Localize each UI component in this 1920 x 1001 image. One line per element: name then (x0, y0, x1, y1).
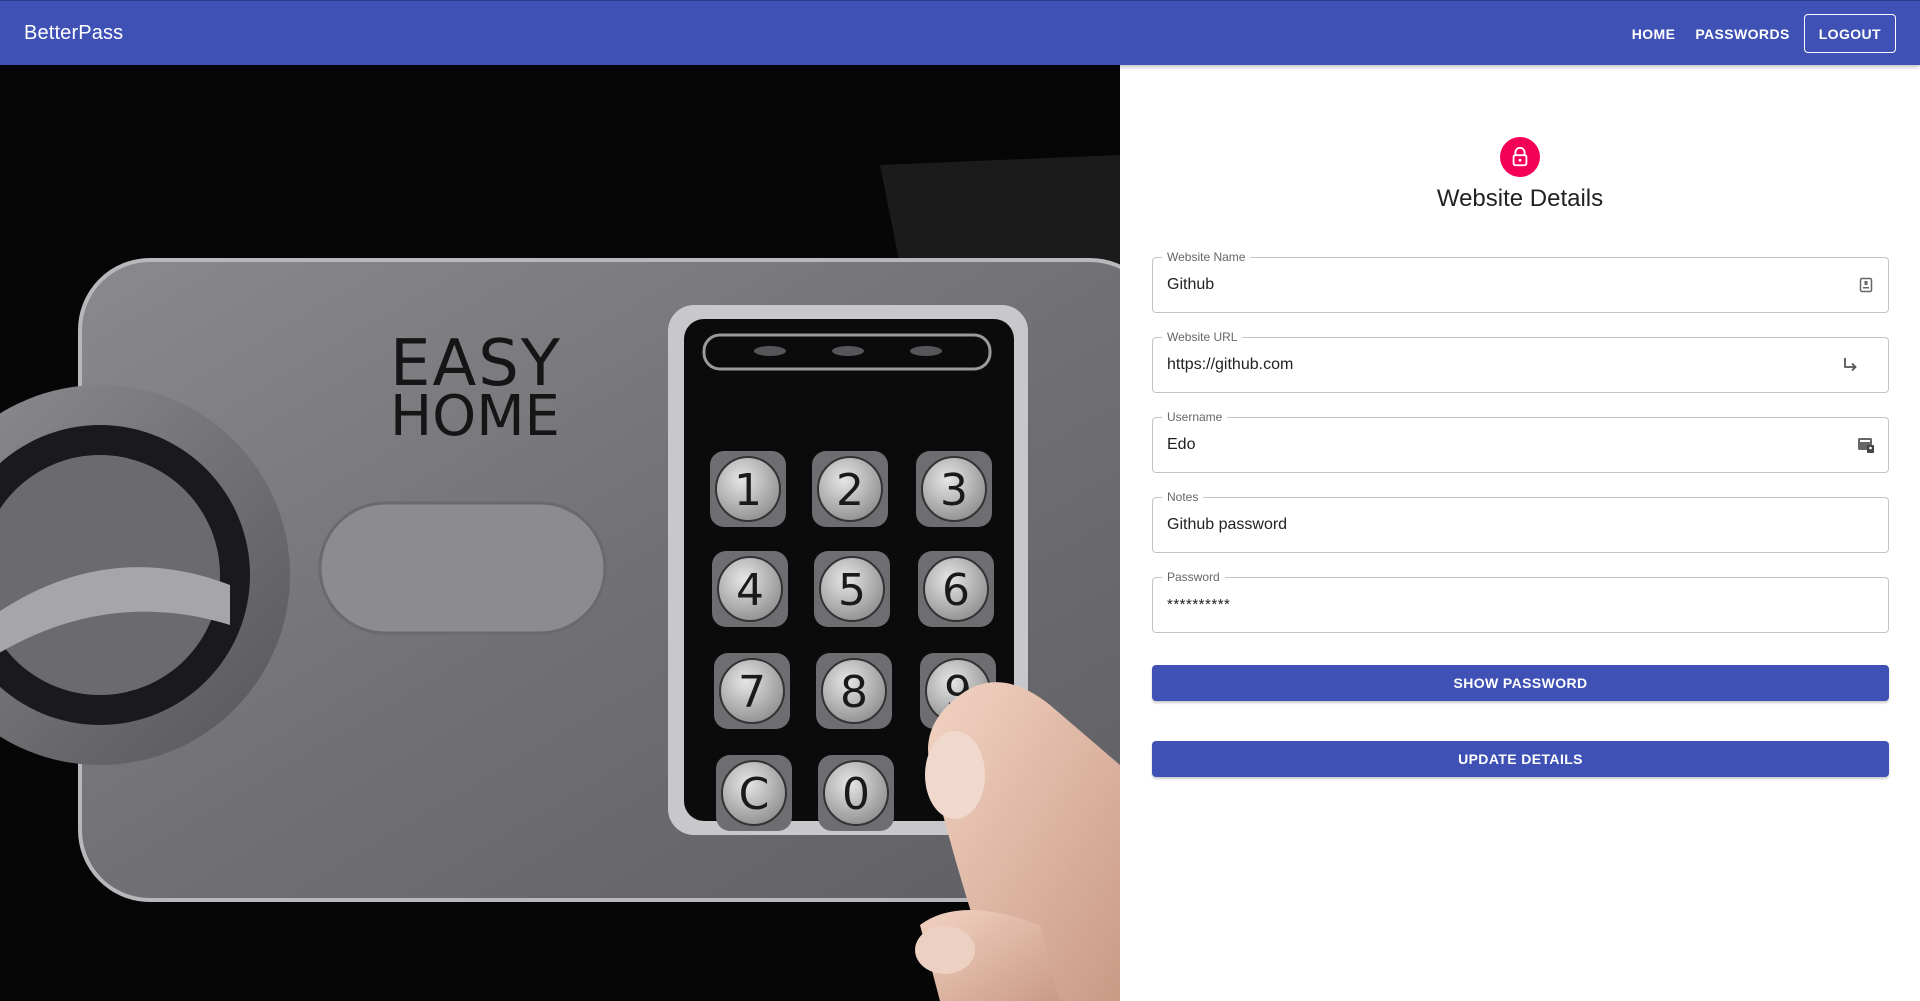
app-bar: BetterPass HOME PASSWORDS LOGOUT (0, 0, 1920, 65)
app-brand[interactable]: BetterPass (24, 1, 123, 66)
keypad-key-label: 1 (734, 465, 762, 516)
password-value[interactable]: ********** (1167, 578, 1230, 632)
keypad-key-label: 6 (942, 565, 970, 616)
nav-passwords-button[interactable]: PASSWORDS (1687, 20, 1797, 48)
keypad-key-label: 7 (738, 667, 766, 718)
contact-card-icon (1854, 433, 1878, 457)
keypad-key: 2 (812, 451, 888, 527)
keypad-key-label: 5 (838, 565, 866, 616)
keypad-key-label: C (739, 769, 770, 820)
lock-avatar (1500, 137, 1540, 177)
lock-icon (1512, 146, 1528, 167)
keypad-key: 1 (710, 451, 786, 527)
notes-field[interactable]: Notes Github password (1152, 490, 1889, 553)
notes-value[interactable]: Github password (1167, 498, 1287, 552)
website-name-value[interactable]: Github (1167, 258, 1214, 312)
badge-icon (1854, 273, 1878, 297)
keypad-key: 5 (814, 551, 890, 627)
logout-button[interactable]: LOGOUT (1803, 14, 1896, 53)
keypad-key: C (716, 755, 792, 831)
website-details-panel: Website Details Website Name Github Webs… (1120, 65, 1920, 1001)
keypad-key: 8 (816, 653, 892, 729)
keypad-key: 7 (714, 653, 790, 729)
username-value[interactable]: Edo (1167, 418, 1195, 472)
keypad-key-label: 4 (736, 565, 764, 616)
top-nav: HOME PASSWORDS LOGOUT (1620, 1, 1896, 66)
username-field[interactable]: Username Edo (1152, 410, 1889, 473)
page-title: Website Details (1436, 185, 1604, 212)
keypad-key: 0 (818, 755, 894, 831)
keypad-key: 4 (712, 551, 788, 627)
update-details-button[interactable]: UPDATE DETAILS (1152, 741, 1889, 777)
password-field[interactable]: Password ********** (1152, 570, 1889, 633)
website-name-field[interactable]: Website Name Github (1152, 250, 1889, 313)
keypad-key: 6 (918, 551, 994, 627)
keypad-key: 3 (916, 451, 992, 527)
keypad-key-label: 2 (836, 465, 864, 516)
subdirectory-arrow-icon (1838, 353, 1862, 377)
keypad-key-label: 8 (840, 667, 868, 718)
safe-keypad-image: EASY HOME 123456789C0 (0, 65, 1120, 1001)
keypad-key-label: 0 (842, 769, 870, 820)
keypad-key-label: 3 (940, 465, 968, 516)
nav-home-button[interactable]: HOME (1624, 20, 1684, 48)
show-password-button[interactable]: SHOW PASSWORD (1152, 665, 1889, 701)
website-url-value[interactable]: https://github.com (1167, 338, 1293, 392)
safe-logo-line2: HOME (390, 384, 560, 449)
website-url-field[interactable]: Website URL https://github.com (1152, 330, 1889, 393)
